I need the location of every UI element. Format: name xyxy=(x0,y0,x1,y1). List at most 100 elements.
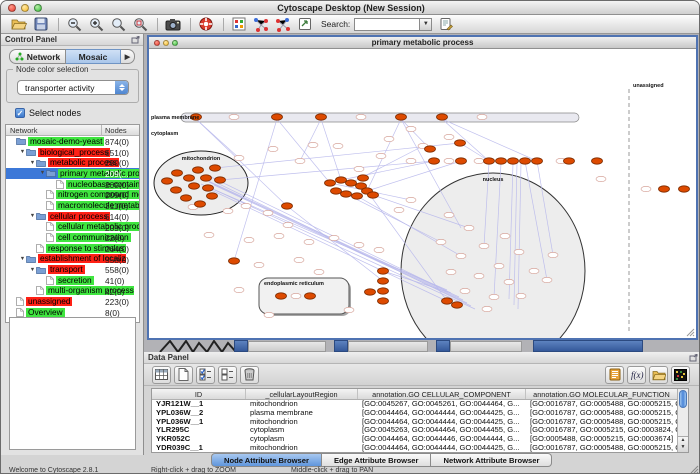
graph-node-white[interactable] xyxy=(460,288,470,293)
graph-node-selected[interactable] xyxy=(442,298,453,304)
graph-node-white[interactable] xyxy=(456,253,466,258)
graph-node-white[interactable] xyxy=(333,143,343,148)
app-titlebar[interactable]: Cytoscape Desktop (New Session) xyxy=(1,1,700,15)
graph-node-white[interactable] xyxy=(489,294,499,299)
table-column-header[interactable]: annotation.GO CELLULAR_COMPONENT xyxy=(358,389,526,399)
graph-node-white[interactable] xyxy=(295,158,305,163)
import-attributes-button[interactable] xyxy=(649,366,668,384)
graph-node-white[interactable] xyxy=(254,262,264,267)
graph-node-white[interactable] xyxy=(274,233,284,238)
graph-node-selected[interactable] xyxy=(346,180,357,186)
search-input[interactable] xyxy=(354,18,420,31)
graph-node-white[interactable] xyxy=(542,277,552,282)
tree-row[interactable]: macromolecule metabolic process311(0) xyxy=(6,200,139,211)
graph-node-white[interactable] xyxy=(283,222,293,227)
graph-node-white[interactable] xyxy=(446,269,456,274)
tree-row[interactable]: secretion41(0) xyxy=(6,275,139,286)
network-view-window[interactable]: primary metabolic process plasma membran… xyxy=(147,35,698,340)
new-attribute-button[interactable] xyxy=(174,366,193,384)
graph-node-white[interactable] xyxy=(596,176,606,181)
graph-node-white[interactable] xyxy=(374,247,384,252)
float-panel-icon[interactable] xyxy=(131,36,140,44)
graph-node-white[interactable] xyxy=(504,279,514,284)
graph-node-white[interactable] xyxy=(444,134,454,139)
table-column-header[interactable]: _cellularLayoutRegion xyxy=(246,389,358,399)
graph-node-white[interactable] xyxy=(291,293,301,298)
graph-node-selected[interactable] xyxy=(425,146,436,152)
graph-node-selected[interactable] xyxy=(207,193,218,199)
graph-node-selected[interactable] xyxy=(358,175,369,181)
heatmap-button[interactable] xyxy=(671,366,690,384)
table-scrollbar[interactable]: ▲▼ xyxy=(677,389,688,452)
graph-node-selected[interactable] xyxy=(520,158,531,164)
select-nodes-checkbox[interactable]: ✓ xyxy=(15,108,25,118)
graph-node-selected[interactable] xyxy=(210,165,221,171)
annotation-button[interactable] xyxy=(295,16,315,33)
unselect-attributes-button[interactable] xyxy=(218,366,237,384)
graph-node-white[interactable] xyxy=(444,158,454,163)
graph-node-selected[interactable] xyxy=(171,187,182,193)
graph-node-selected[interactable] xyxy=(181,195,192,201)
graph-node-selected[interactable] xyxy=(272,114,283,120)
graph-node-selected[interactable] xyxy=(378,268,389,274)
tree-row[interactable]: ▼biological_process651(0) xyxy=(6,147,139,158)
tab-overflow-button[interactable]: ▶ xyxy=(121,49,135,64)
scrollbar-arrows[interactable]: ▲▼ xyxy=(678,436,688,452)
graph-node-selected[interactable] xyxy=(184,175,195,181)
background-window-titlebar[interactable] xyxy=(533,340,643,352)
graph-node-white[interactable] xyxy=(268,146,278,151)
tree-row[interactable]: nitrogen compound metabolic process209(0… xyxy=(6,189,139,200)
graph-node-white[interactable] xyxy=(406,158,416,163)
graph-node-selected[interactable] xyxy=(429,158,440,164)
zoom-in-button[interactable] xyxy=(86,16,106,33)
graph-node-selected[interactable] xyxy=(437,114,448,120)
table-row[interactable]: YJR121W__1mitochondrion[GO:0045267, GO:0… xyxy=(152,400,677,409)
graph-node-white[interactable] xyxy=(494,263,504,268)
graph-node-white[interactable] xyxy=(376,153,386,158)
graph-node-white[interactable] xyxy=(384,136,394,141)
graph-node-selected[interactable] xyxy=(189,183,200,189)
graph-node-selected[interactable] xyxy=(592,158,603,164)
graph-node-selected[interactable] xyxy=(396,114,407,120)
graph-node-selected[interactable] xyxy=(378,298,389,304)
graph-node-selected[interactable] xyxy=(378,288,389,294)
table-column-header[interactable]: ID xyxy=(152,389,246,399)
table-row[interactable]: YLR295Ccytoplasm[GO:0045263, GO:0044464,… xyxy=(152,426,677,435)
window-resize-grip-icon[interactable] xyxy=(686,328,695,337)
graph-node-white[interactable] xyxy=(474,158,484,163)
graph-node-selected[interactable] xyxy=(193,167,204,173)
zoom-out-button[interactable] xyxy=(64,16,84,33)
graph-node-white[interactable] xyxy=(354,242,364,247)
graph-node-white[interactable] xyxy=(529,268,539,273)
background-window-titlebar[interactable] xyxy=(234,340,248,352)
expander-icon[interactable]: ▼ xyxy=(39,170,46,176)
delete-attribute-button[interactable] xyxy=(240,366,259,384)
graph-node-white[interactable] xyxy=(234,155,244,160)
graph-node-white[interactable] xyxy=(641,186,651,191)
graph-node-white[interactable] xyxy=(263,210,273,215)
zoom-selected-button[interactable] xyxy=(108,16,128,33)
background-window-edge[interactable] xyxy=(348,341,428,352)
graph-node-selected[interactable] xyxy=(455,140,466,146)
tree-row[interactable]: cellular metabolic process209(0) xyxy=(6,222,139,233)
graph-node-selected[interactable] xyxy=(564,158,575,164)
float-panel-icon[interactable] xyxy=(689,354,698,362)
graph-node-white[interactable] xyxy=(514,249,524,254)
tab-edge-attribute-browser[interactable]: Edge Attribute Browser xyxy=(322,453,432,467)
expander-icon[interactable]: ▼ xyxy=(29,160,36,166)
graph-node-selected[interactable] xyxy=(352,193,363,199)
graph-node-white[interactable] xyxy=(244,237,254,242)
expander-icon[interactable]: ▼ xyxy=(19,256,26,262)
graph-node-white[interactable] xyxy=(304,239,314,244)
graph-node-white[interactable] xyxy=(474,273,484,278)
attribute-grid-button[interactable] xyxy=(229,16,249,33)
tree-row[interactable]: ▼metabolic process280(0) xyxy=(6,157,139,168)
help-button[interactable] xyxy=(196,16,216,33)
graph-node-selected[interactable] xyxy=(496,158,507,164)
graph-node-selected[interactable] xyxy=(316,114,327,120)
graph-node-selected[interactable] xyxy=(659,186,670,192)
table-row[interactable]: YKR052Ccytoplasm[GO:0044464, GO:0044446,… xyxy=(152,435,677,444)
snapshot-button[interactable] xyxy=(163,16,183,33)
app-resize-grip-icon[interactable] xyxy=(690,465,699,474)
graph-node-selected[interactable] xyxy=(452,302,463,308)
